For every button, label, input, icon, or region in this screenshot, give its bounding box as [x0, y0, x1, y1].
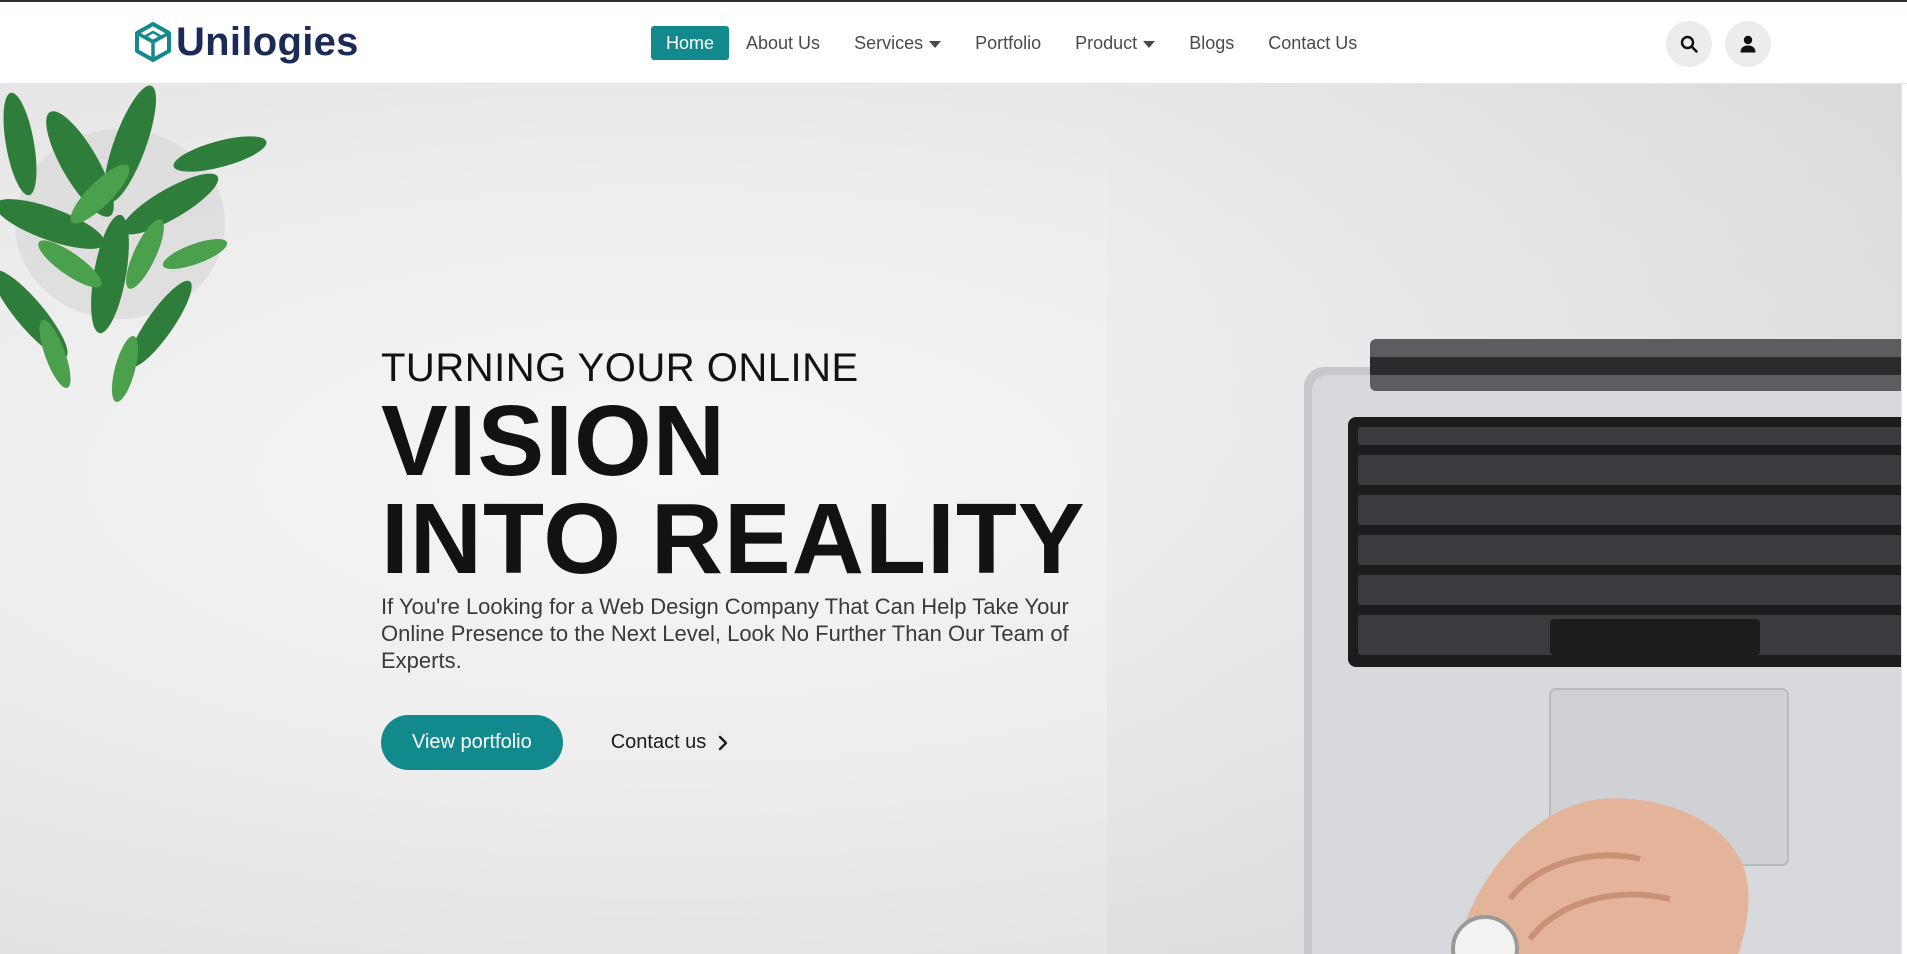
- hero-cta-row: View portfolio Contact us: [381, 715, 1141, 770]
- contact-us-label: Contact us: [610, 731, 707, 753]
- search-button[interactable]: [1666, 21, 1712, 67]
- nav-item-services[interactable]: Services: [838, 26, 957, 60]
- nav-item-product[interactable]: Product: [1059, 26, 1171, 60]
- nav-item-label: Contact Us: [1268, 33, 1358, 53]
- view-portfolio-button[interactable]: View portfolio: [381, 715, 563, 770]
- main-nav: Home About Us Services Portfolio Product…: [651, 26, 1375, 60]
- view-portfolio-label: View portfolio: [412, 731, 532, 753]
- potted-plant-image: [0, 85, 267, 402]
- hero-headline-line2: INTO REALITY: [381, 483, 1086, 595]
- nav-item-label: Home: [666, 33, 715, 53]
- caret-down-icon: [929, 40, 942, 48]
- contact-us-link[interactable]: Contact us: [611, 731, 731, 754]
- nav-item-about-us[interactable]: About Us: [730, 26, 836, 60]
- nav-item-label: Portfolio: [975, 33, 1042, 53]
- site-header: Unilogies Home About Us Services Portfol…: [0, 2, 1907, 84]
- account-button[interactable]: [1725, 21, 1771, 67]
- nav-item-label: About Us: [746, 33, 821, 53]
- nav-item-portfolio[interactable]: Portfolio: [959, 26, 1057, 60]
- laptop-image: [1304, 339, 1907, 954]
- brand-name: Unilogies: [176, 19, 359, 64]
- hero-content: TURNING YOUR ONLINE VISION INTO REALITY …: [381, 345, 1141, 770]
- user-icon: [1740, 35, 1756, 53]
- nav-item-blogs[interactable]: Blogs: [1173, 26, 1250, 60]
- search-icon: [1680, 35, 1698, 53]
- nav-item-label: Product: [1075, 33, 1138, 53]
- page-scrollbar[interactable]: [1901, 84, 1907, 954]
- hero-subtext: If You're Looking for a Web Design Compa…: [381, 594, 1069, 673]
- hero-headline-line1: VISION: [381, 385, 726, 497]
- brand-logo[interactable]: Unilogies: [132, 20, 359, 64]
- nav-item-home[interactable]: Home: [651, 26, 730, 60]
- window-top-border: [0, 0, 1907, 2]
- caret-down-icon: [1143, 40, 1156, 48]
- nav-item-contact-us[interactable]: Contact Us: [1252, 26, 1373, 60]
- hero-section: TURNING YOUR ONLINE VISION INTO REALITY …: [0, 84, 1907, 954]
- nav-item-label: Blogs: [1189, 33, 1235, 53]
- hexagon-cube-icon: [135, 22, 171, 62]
- nav-item-label: Services: [854, 33, 924, 53]
- chevron-right-icon: [719, 735, 728, 750]
